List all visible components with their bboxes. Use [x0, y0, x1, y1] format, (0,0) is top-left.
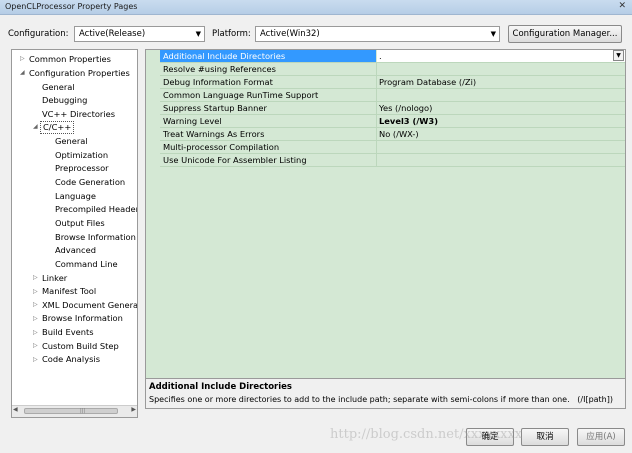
window-title: OpenCLProcessor Property Pages [5, 2, 138, 11]
expand-icon[interactable]: ▷ [33, 315, 38, 322]
property-name: Treat Warnings As Errors [163, 129, 265, 139]
expand-icon[interactable]: ▷ [33, 301, 38, 308]
expand-icon[interactable]: ▷ [20, 55, 25, 62]
tree-item-precompiled-header[interactable]: Precompiled Header [55, 203, 137, 215]
collapse-icon[interactable]: ◢ [33, 123, 38, 130]
grid-row[interactable]: Multi-processor Compilation [160, 141, 625, 154]
configuration-manager-button[interactable]: Configuration Manager... [508, 25, 622, 43]
tree-item-browse-information[interactable]: Browse Information [42, 312, 123, 324]
tree-item-build-events[interactable]: Build Events [42, 326, 94, 338]
horizontal-scrollbar[interactable]: ◀ ||| ▶ [12, 405, 137, 417]
cancel-button[interactable]: 取消 [521, 428, 569, 446]
grid-row[interactable]: Suppress Startup Banner Yes (/nologo) [160, 102, 625, 115]
property-value-editor[interactable] [377, 50, 625, 62]
property-value: Yes (/nologo) [379, 103, 433, 113]
scroll-right-icon[interactable]: ▶ [131, 406, 136, 413]
tree-item-code-analysis[interactable]: Code Analysis [42, 353, 100, 365]
expand-icon[interactable]: ▷ [33, 356, 38, 363]
description-pane: Additional Include Directories Specifies… [145, 379, 626, 409]
grid-row[interactable]: Treat Warnings As Errors No (/WX-) [160, 128, 625, 141]
platform-label: Platform: [212, 29, 251, 39]
grid-row[interactable]: Resolve #using References [160, 63, 625, 76]
expand-icon[interactable]: ▷ [33, 329, 38, 336]
property-tree: ▷ Common Properties ◢ Configuration Prop… [11, 49, 138, 418]
collapse-icon[interactable]: ◢ [20, 69, 25, 76]
grip-icon: ||| [80, 408, 86, 414]
description-text: Specifies one or more directories to add… [149, 395, 570, 404]
grid-row[interactable]: Additional Include Directories . ▼ [160, 50, 625, 63]
property-value: Level3 (/W3) [379, 116, 438, 126]
tree-item-cpp[interactable]: C/C++ [40, 121, 75, 134]
tree-item-manifest-tool[interactable]: Manifest Tool [42, 285, 96, 297]
title-bar: OpenCLProcessor Property Pages ✕ [0, 0, 632, 15]
platform-value: Active(Win32) [260, 29, 320, 39]
tree-item-command-line[interactable]: Command Line [55, 258, 118, 270]
grid-row[interactable]: Use Unicode For Assembler Listing [160, 154, 625, 167]
grid-row[interactable]: Debug Information Format Program Databas… [160, 76, 625, 89]
configuration-dropdown[interactable]: Active(Release) ▼ [74, 26, 205, 42]
tree-item-advanced[interactable]: Advanced [55, 244, 96, 256]
scroll-left-icon[interactable]: ◀ [13, 406, 18, 413]
expand-icon[interactable]: ▷ [33, 288, 38, 295]
property-name: Warning Level [163, 116, 222, 126]
grid-row[interactable]: Common Language RunTime Support [160, 89, 625, 102]
chevron-down-icon: ▼ [490, 30, 496, 38]
tree-item-preprocessor[interactable]: Preprocessor [55, 162, 109, 174]
tree-item-output-files[interactable]: Output Files [55, 217, 105, 229]
platform-dropdown[interactable]: Active(Win32) ▼ [255, 26, 500, 42]
apply-button[interactable]: 应用(A) [577, 428, 625, 446]
property-name: Use Unicode For Assembler Listing [163, 155, 307, 165]
tree-item-cpp-general[interactable]: General [55, 135, 88, 147]
expand-icon[interactable]: ▷ [33, 342, 38, 349]
chevron-down-icon[interactable]: ▼ [613, 50, 624, 61]
close-icon[interactable]: ✕ [618, 1, 626, 11]
tree-item-xml-document-generator[interactable]: XML Document Generat [42, 299, 137, 311]
tree-item-custom-build-step[interactable]: Custom Build Step [42, 340, 119, 352]
tree-item-linker[interactable]: Linker [42, 272, 67, 284]
watermark: http://blog.csdn.net/xxxxxxxx [330, 427, 523, 442]
description-title: Additional Include Directories [149, 382, 292, 392]
expand-icon[interactable]: ▷ [33, 274, 38, 281]
property-value: Program Database (/Zi) [379, 77, 477, 87]
property-name: Additional Include Directories [163, 51, 286, 61]
tree-item-language[interactable]: Language [55, 190, 96, 202]
configuration-label: Configuration: [8, 29, 69, 39]
property-name: Multi-processor Compilation [163, 142, 280, 152]
tree-item-vc-directories[interactable]: VC++ Directories [42, 108, 115, 120]
property-grid: Additional Include Directories . ▼ Resol… [145, 49, 626, 379]
tree-item-common-properties[interactable]: Common Properties [29, 53, 111, 65]
property-name: Common Language RunTime Support [163, 90, 319, 100]
property-name: Resolve #using References [163, 64, 276, 74]
tree-item-configuration-properties[interactable]: Configuration Properties [29, 67, 130, 79]
property-value[interactable]: . [379, 51, 382, 61]
grid-row[interactable]: Warning Level Level3 (/W3) [160, 115, 625, 128]
property-name: Suppress Startup Banner [163, 103, 267, 113]
tree-item-browse-information-cpp[interactable]: Browse Information [55, 231, 136, 243]
property-name: Debug Information Format [163, 77, 273, 87]
configuration-value: Active(Release) [79, 29, 146, 39]
tree-item-general[interactable]: General [42, 81, 75, 93]
configuration-bar: Configuration: Active(Release) ▼ Platfor… [0, 15, 632, 51]
tree-item-code-generation[interactable]: Code Generation [55, 176, 125, 188]
tree-item-debugging[interactable]: Debugging [42, 94, 87, 106]
chevron-down-icon: ▼ [195, 30, 201, 38]
scrollbar-thumb[interactable]: ||| [24, 408, 118, 414]
property-value: No (/WX-) [379, 129, 419, 139]
description-switch: (/I[path]) [577, 395, 613, 404]
tree-item-optimization[interactable]: Optimization [55, 149, 108, 161]
